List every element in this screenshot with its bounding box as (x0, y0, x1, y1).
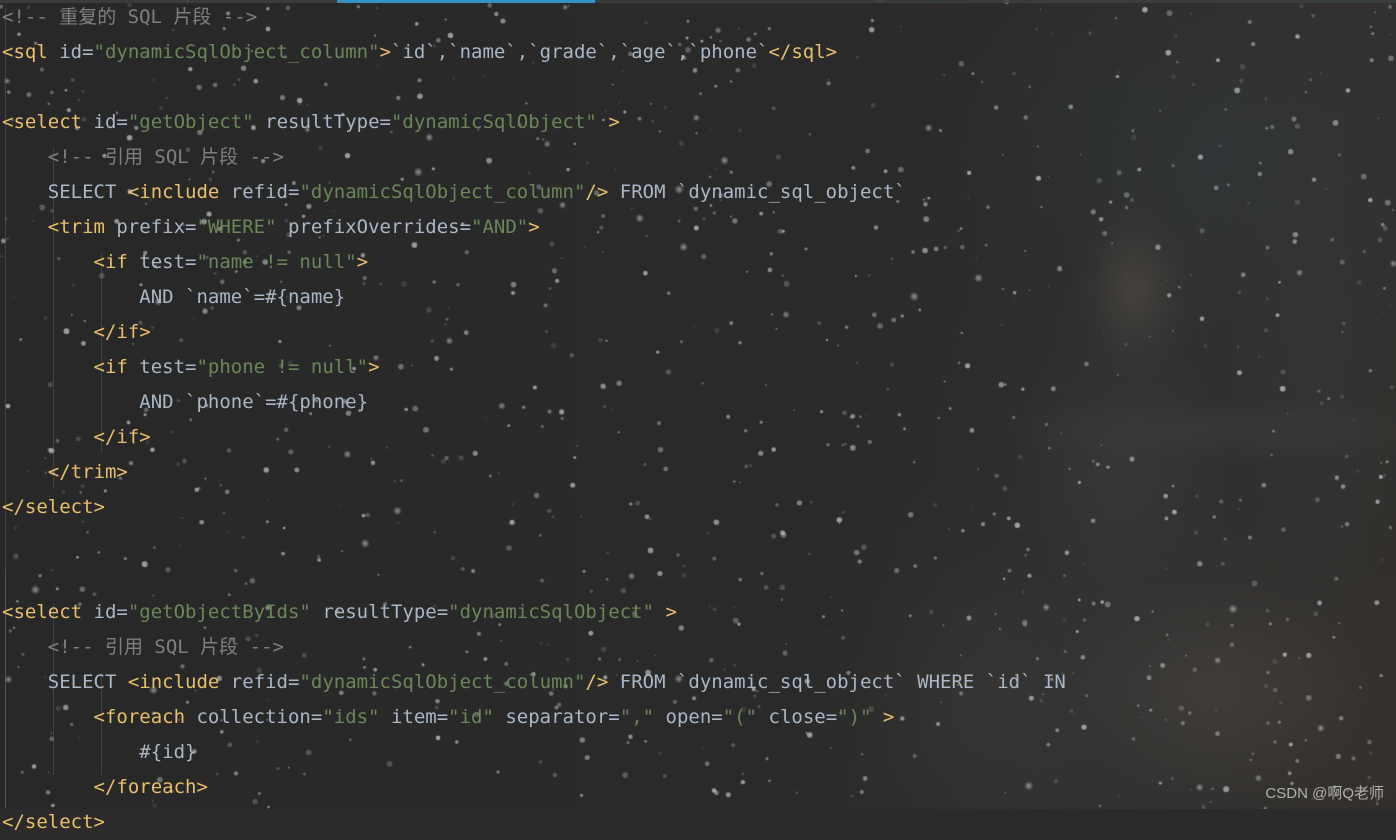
code-token-txt: AND `name`=#{name} (139, 286, 346, 308)
code-line[interactable]: <select id="getObjectByIds" resultType="… (0, 595, 1396, 630)
code-token-val: "dynamicSqlObject" (390, 111, 597, 133)
code-line[interactable] (0, 70, 1396, 105)
code-line[interactable]: <!-- 重复的 SQL 片段 --> (0, 0, 1396, 35)
code-token-cmt: <!-- 引用 SQL 片段 --> (47, 636, 284, 658)
code-token-txt: `id`,`name`,`grade`,`age`,`phone` (390, 41, 769, 63)
code-token-tag: > (379, 41, 391, 63)
code-line[interactable] (0, 525, 1396, 560)
code-line[interactable]: <select id="getObject" resultType="dynam… (0, 105, 1396, 140)
code-token-attr: prefixOverrides= (276, 216, 472, 238)
code-line[interactable]: <trim prefix="WHERE" prefixOverrides="AN… (0, 210, 1396, 245)
code-token-tag: > (528, 216, 540, 238)
code-line[interactable]: <if test="name != null"> (0, 245, 1396, 280)
code-token-tag: </sql> (768, 41, 838, 63)
code-token-tag: </trim> (47, 461, 128, 483)
code-token-tag: </if> (93, 321, 151, 343)
code-token-tag: </select> (2, 811, 105, 833)
code-token-tag: <select (2, 111, 94, 133)
code-line[interactable]: <!-- 引用 SQL 片段 --> (0, 140, 1396, 175)
code-token-attr: prefix= (116, 216, 197, 238)
code-token-val: "ids" (322, 706, 380, 728)
code-line[interactable]: </select> (0, 805, 1396, 840)
code-token-attr: id= (93, 601, 128, 623)
code-token-tag: <include (127, 671, 231, 693)
code-token-kw: SELECT (47, 181, 128, 203)
code-line[interactable]: AND `phone`=#{phone} (0, 385, 1396, 420)
code-token-val: "(" (722, 706, 758, 728)
code-token-val: "getObject" (127, 111, 254, 133)
code-line[interactable]: </if> (0, 420, 1396, 455)
code-token-val: "dynamicSqlObject_column" (299, 181, 586, 203)
code-token-attr: test= (139, 356, 197, 378)
code-line[interactable]: #{id} (0, 735, 1396, 770)
code-line[interactable]: <!-- 引用 SQL 片段 --> (0, 630, 1396, 665)
code-token-tag: </select> (2, 496, 105, 518)
code-token-kw: SELECT (47, 671, 128, 693)
code-token-tag: <if (93, 251, 140, 273)
code-token-tag: </foreach> (93, 776, 208, 798)
code-line[interactable]: SELECT <include refid="dynamicSqlObject_… (0, 665, 1396, 700)
code-token-txt: AND `phone`=#{phone} (139, 391, 369, 413)
code-token-val: "WHERE" (196, 216, 277, 238)
code-token-val: "getObjectByIds" (127, 601, 311, 623)
code-token-attr: close= (757, 706, 838, 728)
code-token-attr: id= (59, 41, 94, 63)
code-token-val: "phone != null" (196, 356, 369, 378)
code-token-val: "id" (448, 706, 494, 728)
code-editor-content[interactable]: <!-- 重复的 SQL 片段 --> <sql id="dynamicSqlOb… (0, 0, 1396, 833)
code-token-attr: test= (139, 251, 197, 273)
code-line[interactable]: </if> (0, 315, 1396, 350)
code-token-txt: FROM `dynamic_sql_object` WHERE `id` IN (608, 671, 1066, 693)
code-token-attr: refid= (230, 181, 300, 203)
code-line[interactable] (0, 560, 1396, 595)
code-token-tag: <sql (2, 41, 60, 63)
code-token-val: ")" (837, 706, 872, 728)
code-token-val: "dynamicSqlObject" (448, 601, 655, 623)
watermark: CSDN @啊Q老师 (1265, 785, 1384, 802)
code-token-attr: refid= (230, 671, 300, 693)
code-token-tag: > (654, 601, 677, 623)
code-line[interactable]: <if test="phone != null"> (0, 350, 1396, 385)
code-token-tag: <trim (47, 216, 117, 238)
code-line[interactable]: AND `name`=#{name} (0, 280, 1396, 315)
code-token-attr: collection= (196, 706, 323, 728)
code-token-tag: > (596, 111, 620, 133)
code-token-tag: /> (585, 181, 609, 203)
code-token-tag: <include (127, 181, 231, 203)
code-token-attr: id= (93, 111, 128, 133)
code-token-val: "AND" (471, 216, 529, 238)
code-token-tag: </if> (93, 426, 151, 448)
code-token-txt: FROM `dynamic_sql_object` (608, 181, 906, 203)
code-line[interactable]: </foreach> (0, 770, 1396, 805)
code-line[interactable]: SELECT <include refid="dynamicSqlObject_… (0, 175, 1396, 210)
code-token-tag: > (871, 706, 895, 728)
code-token-tag: /> (585, 671, 609, 693)
code-token-cmt: <!-- 重复的 SQL 片段 --> (2, 6, 258, 28)
code-token-attr: item= (379, 706, 449, 728)
code-token-tag: > (356, 251, 369, 273)
code-token-val: "dynamicSqlObject_column" (299, 671, 586, 693)
code-token-cmt: <!-- 引用 SQL 片段 --> (47, 146, 284, 168)
code-token-txt: #{id} (139, 741, 197, 763)
code-token-attr: resultType= (253, 111, 391, 133)
code-token-tag: <select (2, 601, 94, 623)
code-token-val: "dynamicSqlObject_column" (93, 41, 380, 63)
code-line[interactable]: <foreach collection="ids" item="id" sepa… (0, 700, 1396, 735)
code-line[interactable]: </select> (0, 490, 1396, 525)
code-token-attr: resultType= (310, 601, 449, 623)
code-token-tag: > (368, 356, 380, 378)
code-line[interactable]: </trim> (0, 455, 1396, 490)
code-line[interactable]: <sql id="dynamicSqlObject_column">`id`,`… (0, 35, 1396, 70)
code-token-tag: <foreach (93, 706, 197, 728)
code-token-val: "name != null" (196, 251, 357, 273)
code-token-attr: open= (654, 706, 723, 728)
code-token-attr: separator= (493, 706, 620, 728)
code-token-val: "," (619, 706, 655, 728)
code-token-tag: <if (93, 356, 140, 378)
